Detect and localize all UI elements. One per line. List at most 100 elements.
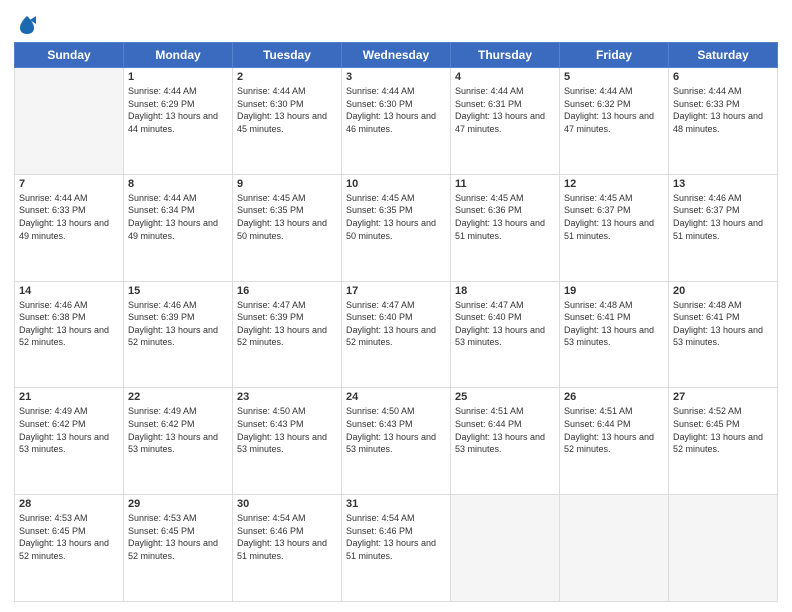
day-info: Sunrise: 4:44 AM Sunset: 6:31 PM Dayligh… bbox=[455, 85, 555, 135]
day-number: 10 bbox=[346, 178, 446, 190]
day-number: 17 bbox=[346, 285, 446, 297]
day-number: 19 bbox=[564, 285, 664, 297]
calendar-week-row: 21 Sunrise: 4:49 AM Sunset: 6:42 PM Dayli… bbox=[15, 388, 778, 495]
day-number: 22 bbox=[128, 391, 228, 403]
calendar-cell: 16 Sunrise: 4:47 AM Sunset: 6:39 PM Dayli… bbox=[233, 281, 342, 388]
calendar-cell: 10Sunrise: 4:45 AM Sunset: 6:35 PM Dayli… bbox=[342, 174, 451, 281]
calendar-cell: 23Sunrise: 4:50 AM Sunset: 6:43 PM Dayli… bbox=[233, 388, 342, 495]
logo bbox=[14, 14, 38, 36]
calendar-week-row: 28 Sunrise: 4:53 AM Sunset: 6:45 PM Dayli… bbox=[15, 495, 778, 602]
logo-icon bbox=[16, 14, 38, 36]
calendar-cell: 29 Sunrise: 4:53 AM Sunset: 6:45 PM Dayli… bbox=[124, 495, 233, 602]
day-info: Sunrise: 4:47 AM Sunset: 6:40 PM Dayligh… bbox=[346, 299, 446, 349]
day-info: Sunrise: 4:44 AM Sunset: 6:30 PM Dayligh… bbox=[346, 85, 446, 135]
day-number: 25 bbox=[455, 391, 555, 403]
calendar-cell: 12 Sunrise: 4:45 AM Sunset: 6:37 PM Dayli… bbox=[560, 174, 669, 281]
day-number: 29 bbox=[128, 498, 228, 510]
day-number: 18 bbox=[455, 285, 555, 297]
day-number: 1 bbox=[128, 71, 228, 83]
day-info: Sunrise: 4:44 AM Sunset: 6:33 PM Dayligh… bbox=[673, 85, 773, 135]
day-number: 27 bbox=[673, 391, 773, 403]
calendar-cell: 30Sunrise: 4:54 AM Sunset: 6:46 PM Dayli… bbox=[233, 495, 342, 602]
calendar-cell: 14 Sunrise: 4:46 AM Sunset: 6:38 PM Dayli… bbox=[15, 281, 124, 388]
day-number: 30 bbox=[237, 498, 337, 510]
calendar-cell: 13 Sunrise: 4:46 AM Sunset: 6:37 PM Dayli… bbox=[669, 174, 778, 281]
calendar-cell: 11 Sunrise: 4:45 AM Sunset: 6:36 PM Dayli… bbox=[451, 174, 560, 281]
day-number: 6 bbox=[673, 71, 773, 83]
day-info: Sunrise: 4:45 AM Sunset: 6:36 PM Dayligh… bbox=[455, 192, 555, 242]
day-info: Sunrise: 4:47 AM Sunset: 6:39 PM Dayligh… bbox=[237, 299, 337, 349]
calendar-cell: 3 Sunrise: 4:44 AM Sunset: 6:30 PM Daylig… bbox=[342, 68, 451, 175]
calendar-cell bbox=[15, 68, 124, 175]
calendar-week-row: 1 Sunrise: 4:44 AM Sunset: 6:29 PM Daylig… bbox=[15, 68, 778, 175]
calendar-cell bbox=[560, 495, 669, 602]
day-info: Sunrise: 4:52 AM Sunset: 6:45 PM Dayligh… bbox=[673, 405, 773, 455]
day-info: Sunrise: 4:54 AM Sunset: 6:46 PM Dayligh… bbox=[346, 512, 446, 562]
header-monday: Monday bbox=[124, 43, 233, 68]
calendar-cell: 20 Sunrise: 4:48 AM Sunset: 6:41 PM Dayli… bbox=[669, 281, 778, 388]
day-number: 4 bbox=[455, 71, 555, 83]
header-friday: Friday bbox=[560, 43, 669, 68]
day-number: 20 bbox=[673, 285, 773, 297]
day-info: Sunrise: 4:46 AM Sunset: 6:39 PM Dayligh… bbox=[128, 299, 228, 349]
day-number: 15 bbox=[128, 285, 228, 297]
day-number: 14 bbox=[19, 285, 119, 297]
day-info: Sunrise: 4:49 AM Sunset: 6:42 PM Dayligh… bbox=[19, 405, 119, 455]
day-number: 5 bbox=[564, 71, 664, 83]
day-info: Sunrise: 4:47 AM Sunset: 6:40 PM Dayligh… bbox=[455, 299, 555, 349]
day-number: 13 bbox=[673, 178, 773, 190]
calendar-week-row: 7 Sunrise: 4:44 AM Sunset: 6:33 PM Daylig… bbox=[15, 174, 778, 281]
day-info: Sunrise: 4:48 AM Sunset: 6:41 PM Dayligh… bbox=[673, 299, 773, 349]
day-info: Sunrise: 4:49 AM Sunset: 6:42 PM Dayligh… bbox=[128, 405, 228, 455]
day-number: 16 bbox=[237, 285, 337, 297]
day-number: 31 bbox=[346, 498, 446, 510]
day-number: 2 bbox=[237, 71, 337, 83]
day-number: 26 bbox=[564, 391, 664, 403]
day-info: Sunrise: 4:50 AM Sunset: 6:43 PM Dayligh… bbox=[346, 405, 446, 455]
day-number: 12 bbox=[564, 178, 664, 190]
day-info: Sunrise: 4:44 AM Sunset: 6:32 PM Dayligh… bbox=[564, 85, 664, 135]
day-number: 21 bbox=[19, 391, 119, 403]
day-info: Sunrise: 4:51 AM Sunset: 6:44 PM Dayligh… bbox=[455, 405, 555, 455]
day-info: Sunrise: 4:48 AM Sunset: 6:41 PM Dayligh… bbox=[564, 299, 664, 349]
calendar-cell: 22 Sunrise: 4:49 AM Sunset: 6:42 PM Dayli… bbox=[124, 388, 233, 495]
calendar-cell: 2Sunrise: 4:44 AM Sunset: 6:30 PM Daylig… bbox=[233, 68, 342, 175]
day-info: Sunrise: 4:51 AM Sunset: 6:44 PM Dayligh… bbox=[564, 405, 664, 455]
header-tuesday: Tuesday bbox=[233, 43, 342, 68]
day-info: Sunrise: 4:45 AM Sunset: 6:37 PM Dayligh… bbox=[564, 192, 664, 242]
day-info: Sunrise: 4:50 AM Sunset: 6:43 PM Dayligh… bbox=[237, 405, 337, 455]
header-saturday: Saturday bbox=[669, 43, 778, 68]
day-info: Sunrise: 4:46 AM Sunset: 6:38 PM Dayligh… bbox=[19, 299, 119, 349]
day-number: 11 bbox=[455, 178, 555, 190]
calendar-cell: 21 Sunrise: 4:49 AM Sunset: 6:42 PM Dayli… bbox=[15, 388, 124, 495]
calendar-cell: 15 Sunrise: 4:46 AM Sunset: 6:39 PM Dayli… bbox=[124, 281, 233, 388]
day-info: Sunrise: 4:44 AM Sunset: 6:33 PM Dayligh… bbox=[19, 192, 119, 242]
header-sunday: Sunday bbox=[15, 43, 124, 68]
calendar-cell bbox=[669, 495, 778, 602]
day-number: 7 bbox=[19, 178, 119, 190]
day-number: 28 bbox=[19, 498, 119, 510]
calendar-table: Sunday Monday Tuesday Wednesday Thursday… bbox=[14, 42, 778, 602]
calendar-cell: 8Sunrise: 4:44 AM Sunset: 6:34 PM Daylig… bbox=[124, 174, 233, 281]
day-info: Sunrise: 4:53 AM Sunset: 6:45 PM Dayligh… bbox=[128, 512, 228, 562]
page: Sunday Monday Tuesday Wednesday Thursday… bbox=[0, 0, 792, 612]
day-info: Sunrise: 4:53 AM Sunset: 6:45 PM Dayligh… bbox=[19, 512, 119, 562]
calendar-cell: 26 Sunrise: 4:51 AM Sunset: 6:44 PM Dayli… bbox=[560, 388, 669, 495]
calendar-week-row: 14 Sunrise: 4:46 AM Sunset: 6:38 PM Dayli… bbox=[15, 281, 778, 388]
day-number: 24 bbox=[346, 391, 446, 403]
day-number: 3 bbox=[346, 71, 446, 83]
calendar-cell: 1 Sunrise: 4:44 AM Sunset: 6:29 PM Daylig… bbox=[124, 68, 233, 175]
day-info: Sunrise: 4:46 AM Sunset: 6:37 PM Dayligh… bbox=[673, 192, 773, 242]
header bbox=[14, 10, 778, 36]
calendar-cell: 7 Sunrise: 4:44 AM Sunset: 6:33 PM Daylig… bbox=[15, 174, 124, 281]
calendar-cell: 27 Sunrise: 4:52 AM Sunset: 6:45 PM Dayli… bbox=[669, 388, 778, 495]
calendar-cell: 5 Sunrise: 4:44 AM Sunset: 6:32 PM Daylig… bbox=[560, 68, 669, 175]
calendar-cell: 17 Sunrise: 4:47 AM Sunset: 6:40 PM Dayli… bbox=[342, 281, 451, 388]
calendar-header-row: Sunday Monday Tuesday Wednesday Thursday… bbox=[15, 43, 778, 68]
calendar-cell: 19 Sunrise: 4:48 AM Sunset: 6:41 PM Dayli… bbox=[560, 281, 669, 388]
calendar-cell: 31 Sunrise: 4:54 AM Sunset: 6:46 PM Dayli… bbox=[342, 495, 451, 602]
calendar-cell: 28 Sunrise: 4:53 AM Sunset: 6:45 PM Dayli… bbox=[15, 495, 124, 602]
day-info: Sunrise: 4:44 AM Sunset: 6:29 PM Dayligh… bbox=[128, 85, 228, 135]
header-thursday: Thursday bbox=[451, 43, 560, 68]
day-info: Sunrise: 4:45 AM Sunset: 6:35 PM Dayligh… bbox=[237, 192, 337, 242]
